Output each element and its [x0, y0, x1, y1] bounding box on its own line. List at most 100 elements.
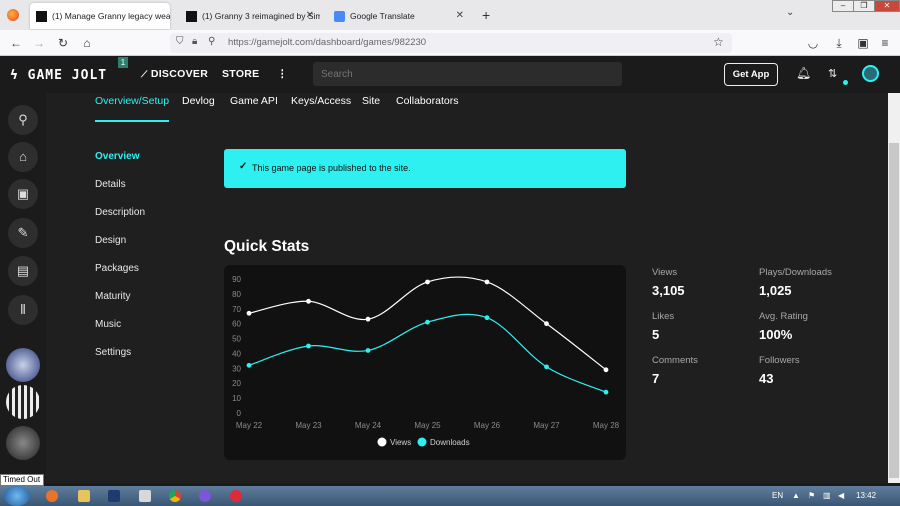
shield-icon[interactable]: ⛉	[176, 36, 184, 47]
taskbar-clock[interactable]: 13:42	[856, 491, 876, 500]
address-bar[interactable]: ⛉ 🔒︎ ⚲ https://gamejolt.com/dashboard/ga…	[170, 33, 732, 53]
sidebar-item-packages[interactable]: Packages	[95, 263, 139, 274]
tab-granny-3[interactable]: (1) Granny 3 reimagined by Sim ✕	[180, 3, 320, 29]
tab-devlog[interactable]: Devlog	[182, 95, 215, 107]
sidebar-item-maturity[interactable]: Maturity	[95, 291, 131, 302]
stat-value-views: 3,105	[652, 283, 685, 298]
active-tab-underline	[95, 120, 169, 122]
sidebar-item-description[interactable]: Description	[95, 207, 145, 218]
new-tab-button[interactable]: +	[482, 7, 490, 23]
minimize-button[interactable]: –	[832, 0, 854, 12]
tab-collaborators[interactable]: Collaborators	[396, 95, 458, 107]
notification-count-badge: 1	[118, 57, 128, 68]
library-icon[interactable]: ⦀	[8, 295, 38, 325]
tab-overview-setup[interactable]: Overview/Setup	[95, 95, 169, 107]
stat-value-plays-downloads: 1,025	[759, 283, 792, 298]
search-input[interactable]	[313, 62, 622, 86]
stat-label-comments: Comments	[652, 355, 698, 366]
sidebar-item-overview[interactable]: Overview	[95, 151, 139, 162]
tab-manage-granny[interactable]: (1) Manage Granny legacy weap	[30, 3, 170, 29]
user-avatar[interactable]	[862, 65, 879, 82]
permissions-icon[interactable]: ⚲	[208, 36, 215, 47]
tab-list-chevron-icon[interactable]: ⌄	[786, 7, 794, 18]
timed-out-tooltip: Timed Out	[0, 474, 44, 486]
activity-icon[interactable]: ⇅	[828, 67, 837, 80]
x-tick-label: May 26	[474, 421, 501, 430]
views-data-point	[306, 298, 311, 304]
activity-feed-icon[interactable]: ⚲	[8, 105, 38, 135]
y-tick-label: 70	[232, 305, 241, 314]
action-center-icon[interactable]: ⚑	[808, 491, 815, 500]
sidebar-item-details[interactable]: Details	[95, 179, 126, 190]
downloads-icon[interactable]: ⤓	[832, 36, 846, 50]
maximize-button[interactable]: ❐	[853, 0, 875, 12]
photoshop-taskbar-icon[interactable]	[108, 490, 120, 502]
stats-chart: 0 10 20 30 40 50 60 70 80 90 May 22 May 23 May 24 May…	[232, 275, 620, 447]
y-tick-label: 30	[232, 364, 241, 373]
home-icon[interactable]: ⌂	[80, 36, 94, 50]
views-data-point	[544, 321, 549, 327]
store-link[interactable]: STORE	[222, 68, 259, 80]
more-menu-button[interactable]: ⋮	[277, 68, 288, 80]
get-app-button[interactable]: Get App	[724, 63, 778, 86]
x-tick-label: May 23	[295, 421, 322, 430]
browser-toolbar: ← → ↻ ⌂ ⛉ 🔒︎ ⚲ https://gamejolt.com/dash…	[0, 30, 900, 56]
close-tab-icon[interactable]: ✕	[456, 10, 464, 21]
discover-link[interactable]: ⟋ DISCOVER	[141, 68, 208, 80]
views-data-point	[603, 367, 609, 373]
firefox-taskbar-icon[interactable]	[46, 490, 58, 502]
start-button[interactable]	[4, 486, 30, 506]
tray-chevron-icon[interactable]: ▲	[792, 491, 800, 500]
chrome-taskbar-icon[interactable]	[169, 490, 181, 502]
community-avatar[interactable]	[6, 385, 40, 419]
downloads-data-point	[246, 362, 252, 368]
page-scrollbar-thumb[interactable]	[889, 143, 899, 478]
stat-label-plays-downloads: Plays/Downloads	[759, 267, 832, 278]
tab-google-translate[interactable]: Google Translate ✕	[328, 3, 470, 29]
back-icon[interactable]: ←	[9, 36, 23, 50]
tab-game-api[interactable]: Game API	[230, 95, 278, 107]
forward-icon[interactable]: →	[32, 36, 46, 50]
x-tick-label: May 27	[533, 421, 560, 430]
stat-value-followers: 43	[759, 371, 774, 386]
close-window-button[interactable]: ✕	[874, 0, 900, 12]
app-taskbar-icon[interactable]	[199, 490, 211, 502]
sidebar-item-music[interactable]: Music	[95, 319, 121, 330]
network-icon[interactable]: ▥	[823, 491, 831, 500]
tab-site[interactable]: Site	[362, 95, 380, 107]
explorer-taskbar-icon[interactable]	[78, 490, 90, 502]
lock-icon[interactable]: 🔒︎	[192, 36, 197, 47]
downloads-legend-label: Downloads	[430, 438, 470, 447]
community-avatar[interactable]	[6, 348, 40, 382]
language-indicator[interactable]: EN	[772, 491, 783, 500]
x-tick-label: May 25	[414, 421, 441, 430]
menu-icon[interactable]: ≡	[878, 36, 892, 50]
sidebar-item-design[interactable]: Design	[95, 235, 126, 246]
community-avatar[interactable]	[6, 426, 40, 460]
tab-keys-access[interactable]: Keys/Access	[291, 95, 351, 107]
close-tab-icon[interactable]: ✕	[306, 10, 314, 21]
volume-icon[interactable]: ◀	[838, 491, 844, 500]
google-translate-favicon-icon	[334, 10, 345, 22]
discover-label: DISCOVER	[150, 68, 209, 80]
reload-icon[interactable]: ↻	[56, 36, 70, 50]
extensions-icon[interactable]: ▣	[856, 36, 870, 50]
chat-icon[interactable]: ▤	[8, 256, 38, 286]
published-alert: ✓ This game page is published to the sit…	[224, 149, 626, 188]
backpack-icon[interactable]: ▣	[8, 179, 38, 209]
gamejolt-logo[interactable]: ϟ GAME JOLT	[10, 68, 107, 83]
y-tick-label: 90	[232, 275, 241, 284]
pocket-icon[interactable]: ◡	[806, 36, 820, 50]
gamejolt-favicon-icon	[186, 10, 197, 22]
views-data-point	[246, 310, 252, 316]
firefox-icon[interactable]	[7, 9, 19, 21]
opera-taskbar-icon[interactable]	[230, 490, 242, 502]
views-legend-label: Views	[390, 438, 411, 447]
bookmark-star-icon[interactable]: ☆	[713, 35, 724, 49]
store-front-icon[interactable]: ⌂	[8, 142, 38, 172]
acrobat-taskbar-icon[interactable]	[139, 490, 151, 502]
bell-icon[interactable]: 🔔︎	[796, 66, 811, 80]
quests-icon[interactable]: ✎	[8, 218, 38, 248]
sidebar-item-settings[interactable]: Settings	[95, 347, 131, 358]
y-tick-label: 60	[232, 320, 241, 329]
